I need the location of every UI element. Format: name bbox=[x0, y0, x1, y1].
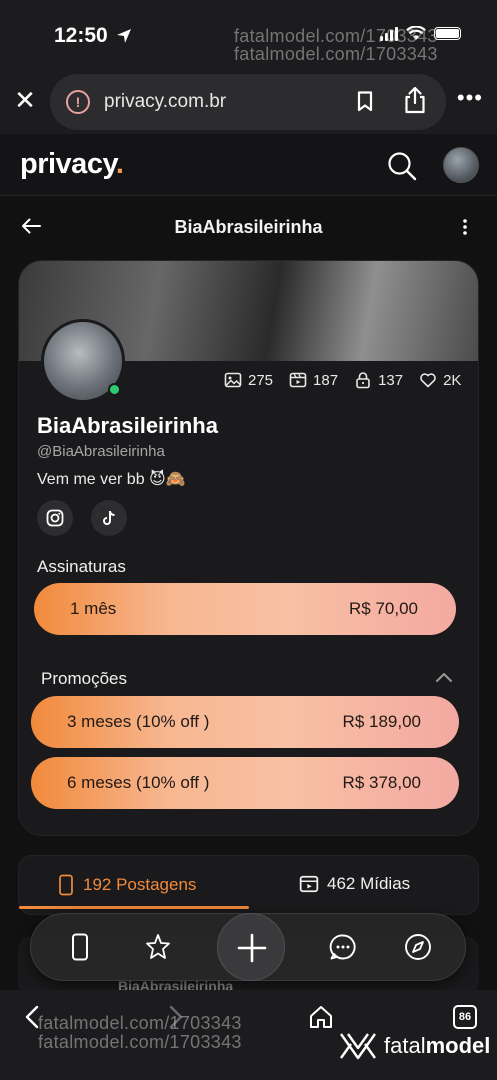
promotions-heading: Promoções bbox=[41, 669, 127, 688]
location-arrow-icon bbox=[117, 29, 131, 43]
plus-icon bbox=[237, 933, 267, 963]
home-icon[interactable] bbox=[308, 1004, 334, 1030]
heart-icon bbox=[420, 373, 436, 388]
stat-likes: 2K bbox=[419, 371, 461, 389]
tab-media-label: 462 Mídias bbox=[327, 874, 411, 893]
site-header: privacy. bbox=[0, 134, 497, 196]
subscriptions-heading: Assinaturas bbox=[37, 557, 126, 576]
phone-icon[interactable] bbox=[65, 932, 95, 962]
lock-icon bbox=[356, 372, 370, 389]
user-avatar[interactable] bbox=[443, 147, 479, 183]
stat-locked-count: 137 bbox=[378, 371, 404, 389]
fatalmodel-logo-icon bbox=[340, 1033, 376, 1060]
video-icon bbox=[289, 372, 307, 388]
profile-nav: BiaAbrasileirinha bbox=[0, 197, 497, 257]
stat-videos-count: 187 bbox=[313, 371, 339, 389]
page-title: BiaAbrasileirinha bbox=[174, 217, 323, 237]
brand-text: fatalmodel bbox=[384, 1033, 490, 1059]
stat-photos: 275 bbox=[224, 371, 273, 389]
image-icon bbox=[224, 372, 242, 388]
video-icon bbox=[299, 875, 319, 893]
plan-name: 3 meses (10% off ) bbox=[67, 712, 210, 731]
tiktok-link[interactable] bbox=[91, 500, 127, 536]
tab-posts-label: 192 Postagens bbox=[83, 875, 197, 894]
content-tabs: 192 Postagens 462 Mídias bbox=[18, 855, 479, 915]
logo-dot: . bbox=[115, 148, 124, 180]
brand-prefix: fatal bbox=[384, 1033, 426, 1058]
chat-icon[interactable] bbox=[328, 932, 358, 962]
profile-stats: 275 187 137 2K bbox=[224, 371, 461, 389]
stat-videos: 187 bbox=[289, 371, 338, 389]
watermark-top-shadow: fatalmodel.com/1703343 bbox=[234, 44, 438, 64]
browser-address-bar: ✕ ! privacy.com.br ••• bbox=[0, 66, 497, 134]
bookmark-icon[interactable] bbox=[357, 91, 373, 112]
more-options-icon[interactable]: ••• bbox=[457, 87, 483, 109]
plan-price: R$ 378,00 bbox=[342, 773, 421, 792]
instagram-icon bbox=[46, 509, 64, 527]
plan-6-months-button[interactable]: 6 meses (10% off ) R$ 378,00 bbox=[31, 757, 459, 809]
url-field[interactable]: ! privacy.com.br bbox=[50, 74, 446, 130]
plan-price: R$ 189,00 bbox=[342, 712, 421, 731]
profile-card: 275 187 137 2K BiaAbrasileirinha @BiaAbr… bbox=[18, 260, 479, 836]
instagram-link[interactable] bbox=[37, 500, 73, 536]
profile-bio: Vem me ver bb 😈🙈 bbox=[37, 471, 186, 488]
close-icon[interactable]: ✕ bbox=[12, 87, 38, 113]
tiktok-icon bbox=[103, 511, 115, 525]
share-icon[interactable] bbox=[403, 86, 427, 114]
active-tab-indicator bbox=[19, 906, 249, 909]
phone-icon bbox=[59, 874, 73, 896]
plan-price: R$ 70,00 bbox=[349, 599, 418, 618]
status-time: 12:50 bbox=[54, 24, 108, 47]
create-post-button[interactable] bbox=[217, 913, 285, 981]
stat-locked: 137 bbox=[354, 371, 403, 389]
fatalmodel-logo: fatalmodel bbox=[338, 1030, 490, 1062]
stat-photos-count: 275 bbox=[248, 371, 274, 389]
status-bar: 12:50 fatalmodel.com/1703343 fatalmodel.… bbox=[0, 0, 497, 66]
watermark-bottom-shadow: fatalmodel.com/1703343 bbox=[38, 1032, 242, 1052]
tabs-count-button[interactable]: 86 bbox=[453, 1005, 477, 1029]
tab-posts[interactable]: 192 Postagens bbox=[57, 874, 196, 896]
logo-text: privacy bbox=[20, 148, 116, 180]
profile-name: BiaAbrasileirinha bbox=[37, 413, 218, 438]
profile-handle: @BiaAbrasileirinha bbox=[37, 443, 165, 460]
battery-icon bbox=[434, 27, 461, 40]
plan-3-months-button[interactable]: 3 meses (10% off ) R$ 189,00 bbox=[31, 696, 459, 748]
watermark-bottom: fatalmodel.com/1703343 bbox=[38, 1013, 242, 1033]
plan-name: 1 mês bbox=[70, 599, 117, 618]
chevron-up-icon[interactable] bbox=[435, 671, 453, 683]
floating-nav bbox=[30, 913, 466, 981]
site-warning-icon[interactable]: ! bbox=[66, 90, 90, 114]
search-icon[interactable] bbox=[387, 151, 417, 181]
brand-suffix: model bbox=[425, 1033, 491, 1058]
tab-media[interactable]: 462 Mídias bbox=[299, 874, 410, 894]
plan-1-month-button[interactable]: 1 mês R$ 70,00 bbox=[34, 583, 456, 635]
online-status-indicator bbox=[108, 383, 121, 396]
stat-likes-count: 2K bbox=[443, 371, 462, 389]
kebab-menu-icon[interactable] bbox=[458, 218, 472, 236]
url-text: privacy.com.br bbox=[104, 91, 227, 112]
plan-name: 6 meses (10% off ) bbox=[67, 773, 210, 792]
compass-icon[interactable] bbox=[403, 932, 433, 962]
browser-toolbar: 86 fatalmodel.com/1703343 fatalmodel.com… bbox=[0, 990, 497, 1080]
privacy-logo[interactable]: privacy. bbox=[20, 148, 124, 181]
star-icon[interactable] bbox=[143, 932, 173, 962]
